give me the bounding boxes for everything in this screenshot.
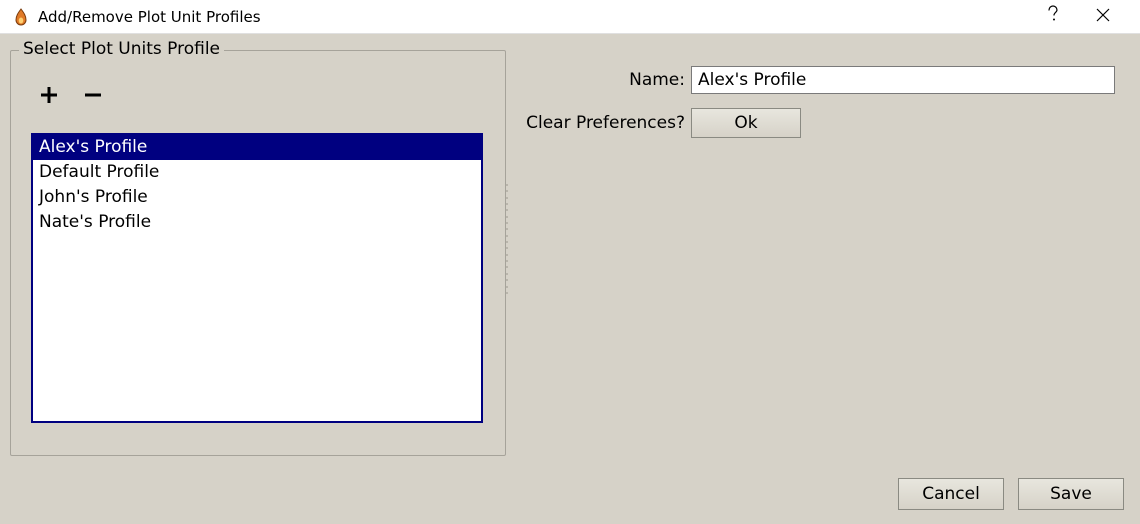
dialog-content: Select Plot Units Profile Alex's Profile… (0, 34, 1140, 524)
close-icon[interactable] (1096, 6, 1110, 27)
groupbox-title: Select Plot Units Profile (19, 39, 224, 59)
profile-listbox[interactable]: Alex's Profile Default Profile John's Pr… (31, 133, 483, 423)
dialog-button-bar: Cancel Save (898, 478, 1124, 510)
list-item[interactable]: John's Profile (33, 185, 481, 210)
list-item[interactable]: Nate's Profile (33, 210, 481, 235)
remove-icon[interactable] (83, 85, 103, 109)
details-pane: Name: Clear Preferences? Ok (516, 66, 1126, 152)
list-item[interactable]: Default Profile (33, 160, 481, 185)
name-row: Name: (516, 66, 1126, 94)
profiles-groupbox: Select Plot Units Profile Alex's Profile… (10, 50, 506, 456)
cancel-button[interactable]: Cancel (898, 478, 1004, 510)
clear-preferences-label: Clear Preferences? (516, 113, 691, 133)
titlebar-controls (1046, 5, 1128, 28)
title-bar: Add/Remove Plot Unit Profiles (0, 0, 1140, 34)
name-label: Name: (516, 70, 691, 90)
name-field[interactable] (691, 66, 1115, 94)
clear-row: Clear Preferences? Ok (516, 108, 1126, 138)
list-item[interactable]: Alex's Profile (33, 135, 481, 160)
help-icon[interactable] (1046, 5, 1060, 28)
ok-button[interactable]: Ok (691, 108, 801, 138)
save-button[interactable]: Save (1018, 478, 1124, 510)
profile-toolbar (39, 85, 103, 109)
add-icon[interactable] (39, 85, 59, 109)
app-icon (12, 8, 30, 26)
splitter-handle[interactable] (504, 184, 510, 294)
window-title: Add/Remove Plot Unit Profiles (38, 8, 1046, 26)
